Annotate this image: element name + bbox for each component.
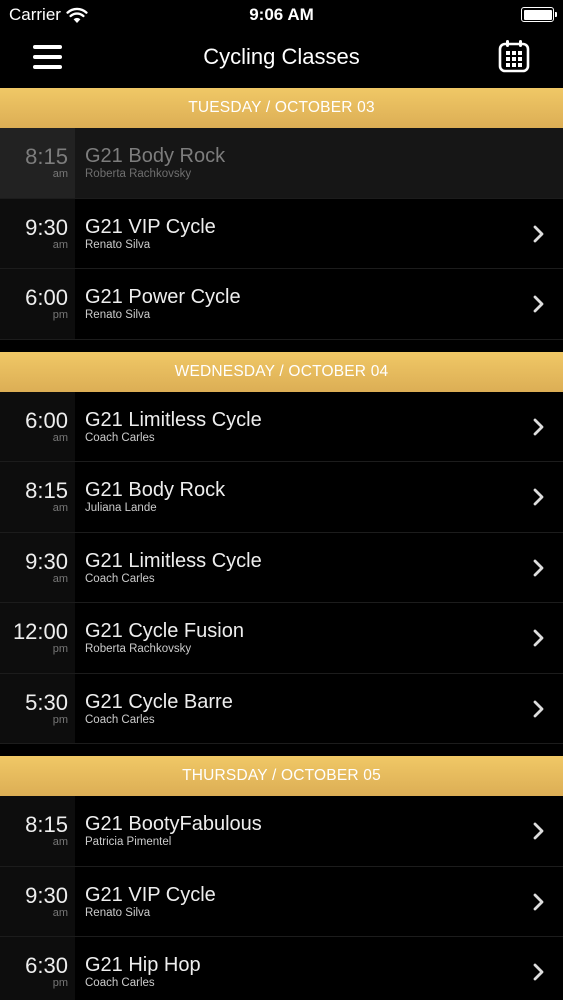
class-time-block: 6:30 pm: [0, 937, 75, 1000]
class-time: 8:15: [25, 812, 68, 837]
class-name: G21 Limitless Cycle: [85, 549, 262, 572]
class-ampm: am: [52, 238, 68, 251]
class-row[interactable]: 8:15 am G21 BootyFabulous Patricia Pimen…: [0, 796, 563, 867]
class-time-block: 6:00 am: [0, 391, 75, 461]
class-time: 5:30: [25, 689, 68, 715]
class-time-block: 5:30 pm: [0, 673, 75, 743]
class-time: 6:00: [25, 407, 68, 433]
section-header-date: TUESDAY / OCTOBER 03: [0, 88, 563, 128]
class-time-block: 8:15 am: [0, 796, 75, 866]
class-name: G21 Body Rock: [85, 479, 226, 501]
class-ampm: am: [52, 572, 68, 585]
class-time: 9:30: [25, 548, 68, 574]
chevron-right-icon: [533, 488, 544, 506]
status-time: 9:06 AM: [249, 5, 314, 24]
class-time: 8:15: [25, 144, 68, 169]
class-ampm: pm: [52, 713, 68, 726]
class-instructor: Coach Carles: [85, 431, 155, 444]
class-row[interactable]: 6:00 pm G21 Power Cycle Renato Silva: [0, 269, 563, 340]
class-name: G21 Hip Hop: [85, 954, 201, 976]
class-name: G21 Cycle Barre: [85, 690, 233, 713]
class-instructor: Renato Silva: [85, 906, 151, 919]
chevron-right-icon: [533, 629, 544, 647]
chevron-right-icon: [533, 893, 544, 910]
class-time-block: 8:15 am: [0, 128, 75, 198]
class-instructor: Coach Carles: [85, 713, 155, 726]
class-schedule-list[interactable]: TUESDAY / OCTOBER 03 8:15 am G21 Body Ro…: [0, 88, 563, 1000]
chevron-right-icon: [533, 418, 544, 435]
class-ampm: pm: [52, 977, 68, 989]
class-name: G21 Cycle Fusion: [85, 620, 244, 642]
class-name: G21 Power Cycle: [85, 286, 241, 308]
page-title: Cycling Classes: [203, 44, 360, 69]
class-ampm: am: [52, 836, 68, 848]
calendar-icon[interactable]: [498, 39, 530, 73]
class-ampm: am: [52, 431, 68, 444]
chevron-right-icon: [533, 700, 544, 717]
class-name: G21 VIP Cycle: [85, 883, 216, 906]
class-ampm: pm: [52, 643, 68, 655]
class-ampm: am: [52, 906, 68, 919]
class-time-block: 6:00 pm: [0, 269, 75, 339]
class-instructor: Renato Silva: [85, 238, 151, 251]
class-time: 6:00: [25, 285, 68, 310]
class-name: G21 Body Rock: [85, 145, 226, 167]
battery-icon: [521, 7, 557, 22]
chevron-right-icon: [533, 225, 544, 242]
class-row[interactable]: 6:00 am G21 Limitless Cycle Coach Carles: [0, 391, 563, 462]
class-instructor: Renato Silva: [85, 309, 151, 321]
class-time-block: 9:30 am: [0, 532, 75, 602]
chevron-right-icon: [533, 822, 544, 840]
status-bar: Carrier 9:06 AM: [0, 0, 563, 30]
class-instructor: Patricia Pimentel: [85, 836, 172, 848]
nav-bar: Cycling Classes: [0, 30, 563, 88]
section-header-date: WEDNESDAY / OCTOBER 04: [0, 351, 563, 392]
chevron-right-icon: [533, 295, 544, 313]
class-row[interactable]: 9:30 am G21 VIP Cycle Renato Silva: [0, 198, 563, 269]
class-time: 12:00: [12, 619, 68, 644]
section-header-date: THURSDAY / OCTOBER 05: [0, 756, 563, 796]
class-row[interactable]: 8:15 am G21 Body Rock Juliana Lande: [0, 462, 563, 533]
class-name: G21 VIP Cycle: [85, 215, 216, 238]
class-instructor: Roberta Rachkovsky: [85, 643, 192, 655]
class-name: G21 BootyFabulous: [85, 813, 262, 835]
class-row[interactable]: 12:00 pm G21 Cycle Fusion Roberta Rachko…: [0, 603, 563, 674]
section-spacer: [0, 744, 563, 756]
class-time: 9:30: [25, 882, 68, 908]
class-time: 9:30: [25, 214, 68, 240]
class-ampm: pm: [52, 309, 68, 321]
section-spacer: [0, 339, 563, 352]
class-row[interactable]: 8:15 am G21 Body Rock Roberta Rachkovsky: [0, 128, 563, 199]
chevron-right-icon: [533, 963, 544, 981]
class-instructor: Juliana Lande: [85, 502, 157, 514]
class-ampm: am: [52, 502, 68, 514]
class-time-block: 9:30 am: [0, 198, 75, 268]
class-instructor: Coach Carles: [85, 977, 155, 989]
class-row[interactable]: 9:30 am G21 Limitless Cycle Coach Carles: [0, 532, 563, 603]
class-name: G21 Limitless Cycle: [85, 408, 262, 431]
class-instructor: Coach Carles: [85, 572, 155, 585]
app-screen: Carrier 9:06 AM Cycling Classes TUESDAY …: [0, 0, 563, 1000]
class-row[interactable]: 6:30 pm G21 Hip Hop Coach Carles: [0, 937, 563, 1000]
class-row[interactable]: 5:30 pm G21 Cycle Barre Coach Carles: [0, 673, 563, 744]
class-time: 6:30: [25, 953, 68, 978]
chevron-right-icon: [533, 559, 544, 576]
class-instructor: Roberta Rachkovsky: [85, 168, 192, 180]
class-time: 8:15: [25, 478, 68, 503]
class-time-block: 12:00 pm: [0, 603, 75, 673]
class-time-block: 9:30 am: [0, 866, 75, 936]
class-row[interactable]: 9:30 am G21 VIP Cycle Renato Silva: [0, 866, 563, 937]
class-ampm: am: [52, 168, 68, 180]
class-time-block: 8:15 am: [0, 462, 75, 532]
